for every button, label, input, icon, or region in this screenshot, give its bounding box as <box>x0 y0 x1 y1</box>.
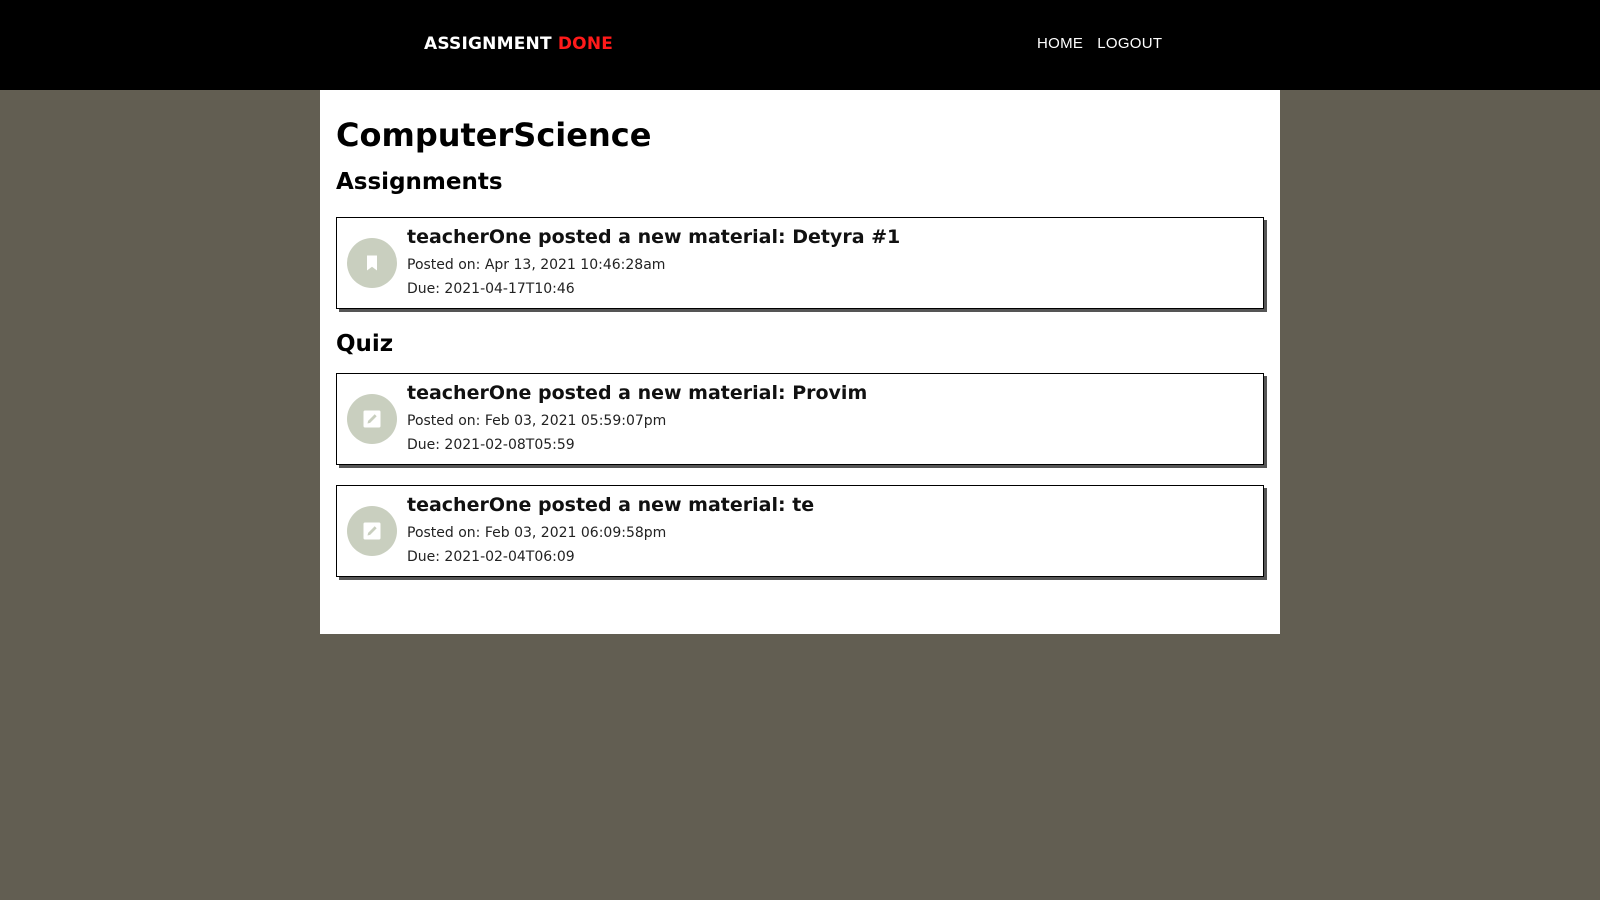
card-posted-date: Posted on: Apr 13, 2021 10:46:28am <box>407 256 666 273</box>
brand-accent-text: DONE <box>557 34 614 54</box>
card-posted-date: Posted on: Feb 03, 2021 06:09:58pm <box>407 524 667 541</box>
main-nav: HOME LOGOUT <box>1037 35 1162 52</box>
card-body: teacherOne posted a new material: Provim… <box>407 382 867 457</box>
edit-icon <box>347 394 397 445</box>
brand-logo[interactable]: ASSIGNMENT DONE <box>424 34 613 54</box>
section-heading-assignments: Assignments <box>336 169 503 196</box>
page-title: ComputerScience <box>336 116 652 154</box>
material-card[interactable]: teacherOne posted a new material: Detyra… <box>336 217 1264 310</box>
nav-logout-link[interactable]: LOGOUT <box>1097 35 1162 52</box>
card-due-date: Due: 2021-04-17T10:46 <box>407 280 575 297</box>
card-title: teacherOne posted a new material: Detyra… <box>407 225 901 248</box>
material-card[interactable]: teacherOne posted a new material: te Pos… <box>336 485 1264 578</box>
brand-main-text: ASSIGNMENT <box>424 34 552 54</box>
card-title: teacherOne posted a new material: te <box>407 493 815 516</box>
card-posted-date: Posted on: Feb 03, 2021 05:59:07pm <box>407 412 667 429</box>
card-body: teacherOne posted a new material: Detyra… <box>407 226 900 301</box>
card-body: teacherOne posted a new material: te Pos… <box>407 494 814 569</box>
section-heading-quiz: Quiz <box>336 331 394 358</box>
card-title: teacherOne posted a new material: Provim <box>407 381 868 404</box>
nav-home-link[interactable]: HOME <box>1037 35 1083 52</box>
bookmark-icon <box>347 238 397 289</box>
material-card[interactable]: teacherOne posted a new material: Provim… <box>336 373 1264 466</box>
card-due-date: Due: 2021-02-08T05:59 <box>407 436 575 453</box>
course-panel: ComputerScience Assignments teacherOne p… <box>320 90 1280 634</box>
edit-icon <box>347 506 397 557</box>
top-navbar: ASSIGNMENT DONE HOME LOGOUT <box>0 0 1600 90</box>
card-due-date: Due: 2021-02-04T06:09 <box>407 548 575 565</box>
